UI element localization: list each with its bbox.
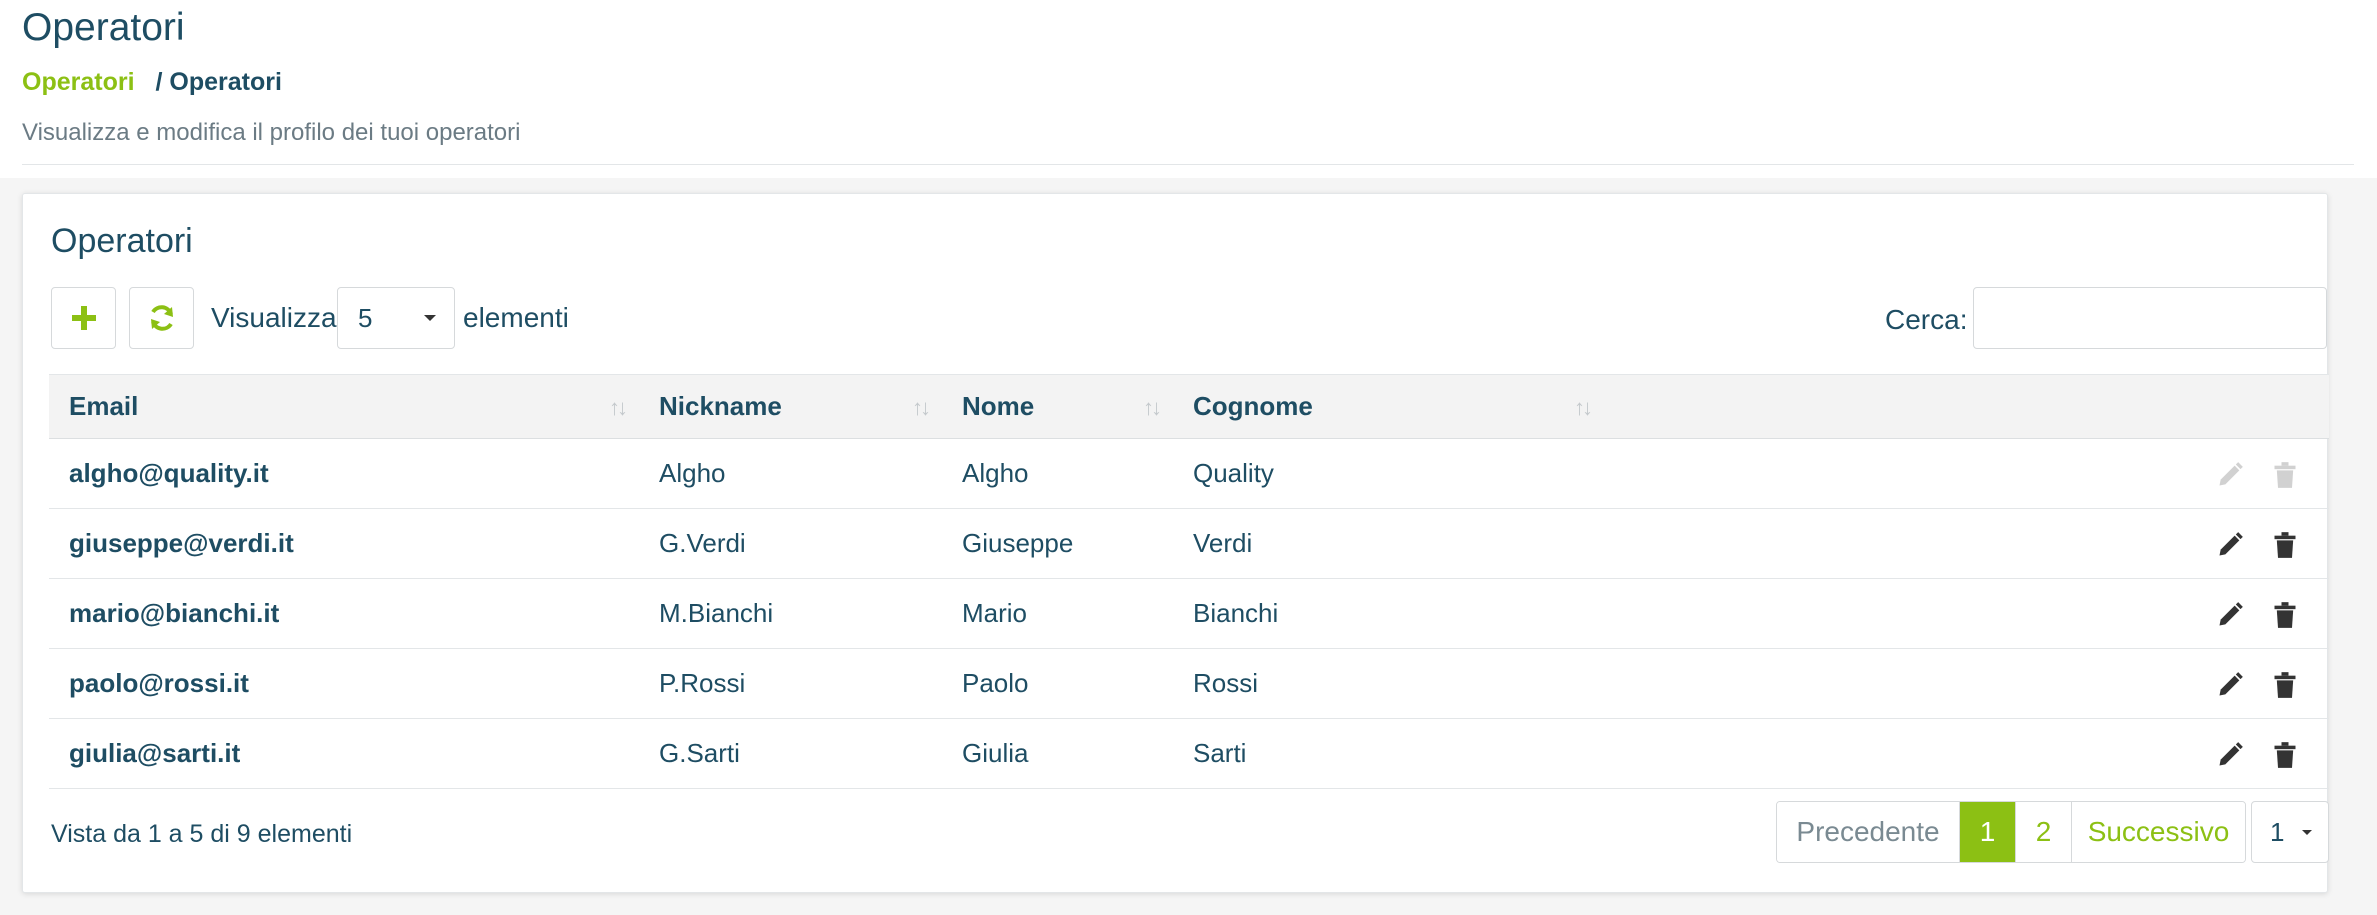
table-header-row: Email ↑↓ Nickname ↑↓ Nome ↑↓ Cognome ↑↓ bbox=[49, 374, 2329, 439]
page-jump-select[interactable]: 1 bbox=[2251, 801, 2329, 863]
table-info: Vista da 1 a 5 di 9 elementi bbox=[51, 820, 353, 848]
cell-cognome: Sarti bbox=[1193, 738, 1247, 768]
page-title: Operatori bbox=[22, 6, 185, 49]
page-description: Visualizza e modifica il profilo dei tuo… bbox=[22, 119, 521, 146]
column-header-nickname[interactable]: Nickname ↑↓ bbox=[639, 374, 942, 439]
trash-icon[interactable] bbox=[2271, 531, 2299, 559]
cell-nome: Algho bbox=[962, 458, 1029, 488]
sort-icon: ↑↓ bbox=[1143, 395, 1162, 420]
next-page-button[interactable]: Successivo bbox=[2071, 802, 2245, 862]
caret-down-icon bbox=[2302, 830, 2312, 835]
operators-card: Operatori Visualizza 5 elementi Cerca: E… bbox=[22, 193, 2329, 893]
previous-page-button[interactable]: Precedente bbox=[1777, 802, 1959, 862]
page-length-value: 5 bbox=[358, 302, 373, 333]
pencil-icon[interactable] bbox=[2216, 531, 2244, 559]
search-input[interactable] bbox=[1973, 287, 2327, 349]
length-label-pre: Visualizza bbox=[211, 302, 337, 333]
cell-cognome: Bianchi bbox=[1193, 598, 1279, 628]
cell-cognome: Rossi bbox=[1193, 668, 1259, 698]
add-operator-button[interactable] bbox=[51, 287, 116, 349]
page-button-1[interactable]: 1 bbox=[1959, 802, 2015, 862]
length-label-post: elementi bbox=[463, 302, 569, 333]
cell-nickname: G.Sarti bbox=[659, 738, 740, 768]
cell-cognome: Verdi bbox=[1193, 528, 1253, 558]
table-row: paolo@rossi.it P.Rossi Paolo Rossi bbox=[49, 649, 2329, 719]
card-title: Operatori bbox=[51, 222, 193, 260]
cell-cognome: Quality bbox=[1193, 458, 1274, 488]
trash-icon[interactable] bbox=[2271, 601, 2299, 629]
trash-icon bbox=[2274, 462, 2296, 488]
page-length-select[interactable]: 5 bbox=[337, 287, 455, 349]
cell-email: giulia@sarti.it bbox=[69, 738, 241, 768]
breadcrumb: Operatori / Operatori bbox=[22, 68, 282, 97]
cell-nome: Giuseppe bbox=[962, 528, 1074, 558]
cell-nickname: G.Verdi bbox=[659, 528, 746, 558]
pagination: Precedente 1 2 Successivo bbox=[1776, 801, 2246, 863]
table-row: mario@bianchi.it M.Bianchi Mario Bianchi bbox=[49, 579, 2329, 649]
cell-actions bbox=[1604, 509, 2329, 579]
cell-nome: Paolo bbox=[962, 668, 1029, 698]
cell-nome: Giulia bbox=[962, 738, 1029, 768]
table-row: giulia@sarti.it G.Sarti Giulia Sarti bbox=[49, 719, 2329, 789]
sort-icon: ↑↓ bbox=[912, 395, 931, 420]
cell-nickname: Algho bbox=[659, 458, 726, 488]
column-header-cognome[interactable]: Cognome ↑↓ bbox=[1173, 374, 1604, 439]
pencil-icon[interactable] bbox=[2216, 601, 2244, 629]
page-button-2[interactable]: 2 bbox=[2015, 802, 2071, 862]
refresh-button[interactable] bbox=[129, 287, 194, 349]
cell-nickname: P.Rossi bbox=[659, 668, 746, 698]
pencil-icon[interactable] bbox=[2216, 741, 2244, 769]
table-row: giuseppe@verdi.it G.Verdi Giuseppe Verdi bbox=[49, 509, 2329, 579]
plus-icon bbox=[71, 306, 96, 330]
column-header-nome[interactable]: Nome ↑↓ bbox=[942, 374, 1173, 439]
cell-email: paolo@rossi.it bbox=[69, 668, 249, 698]
page-header: Operatori Operatori / Operatori Visualiz… bbox=[0, 0, 2377, 178]
cell-email: algho@quality.it bbox=[69, 458, 269, 488]
pencil-icon[interactable] bbox=[2216, 671, 2244, 699]
breadcrumb-separator: / bbox=[155, 68, 163, 96]
trash-icon[interactable] bbox=[2271, 671, 2299, 699]
breadcrumb-link-operatori[interactable]: Operatori bbox=[22, 68, 135, 96]
column-header-actions bbox=[1604, 374, 2329, 439]
cell-nome: Mario bbox=[962, 598, 1028, 628]
cell-email: mario@bianchi.it bbox=[69, 598, 280, 628]
trash-icon[interactable] bbox=[2271, 741, 2299, 769]
breadcrumb-current: Operatori bbox=[169, 68, 282, 96]
pencil-icon bbox=[2219, 462, 2243, 486]
sort-icon: ↑↓ bbox=[609, 395, 628, 420]
operators-table: Email ↑↓ Nickname ↑↓ Nome ↑↓ Cognome ↑↓ algh… bbox=[49, 374, 2329, 789]
caret-down-icon bbox=[424, 315, 436, 321]
search-label: Cerca: bbox=[1885, 304, 1968, 335]
cell-actions bbox=[1604, 719, 2329, 789]
header-divider bbox=[22, 164, 2354, 165]
cell-nickname: M.Bianchi bbox=[659, 598, 774, 628]
table-row: algho@quality.it Algho Algho Quality bbox=[49, 439, 2329, 509]
cell-actions bbox=[1604, 579, 2329, 649]
cell-actions bbox=[1604, 649, 2329, 719]
page-jump-value: 1 bbox=[2270, 816, 2285, 847]
cell-actions bbox=[1604, 439, 2329, 509]
cell-email: giuseppe@verdi.it bbox=[69, 528, 294, 558]
column-header-email[interactable]: Email ↑↓ bbox=[49, 374, 639, 439]
sort-icon: ↑↓ bbox=[1574, 395, 1593, 420]
refresh-icon bbox=[150, 305, 173, 331]
